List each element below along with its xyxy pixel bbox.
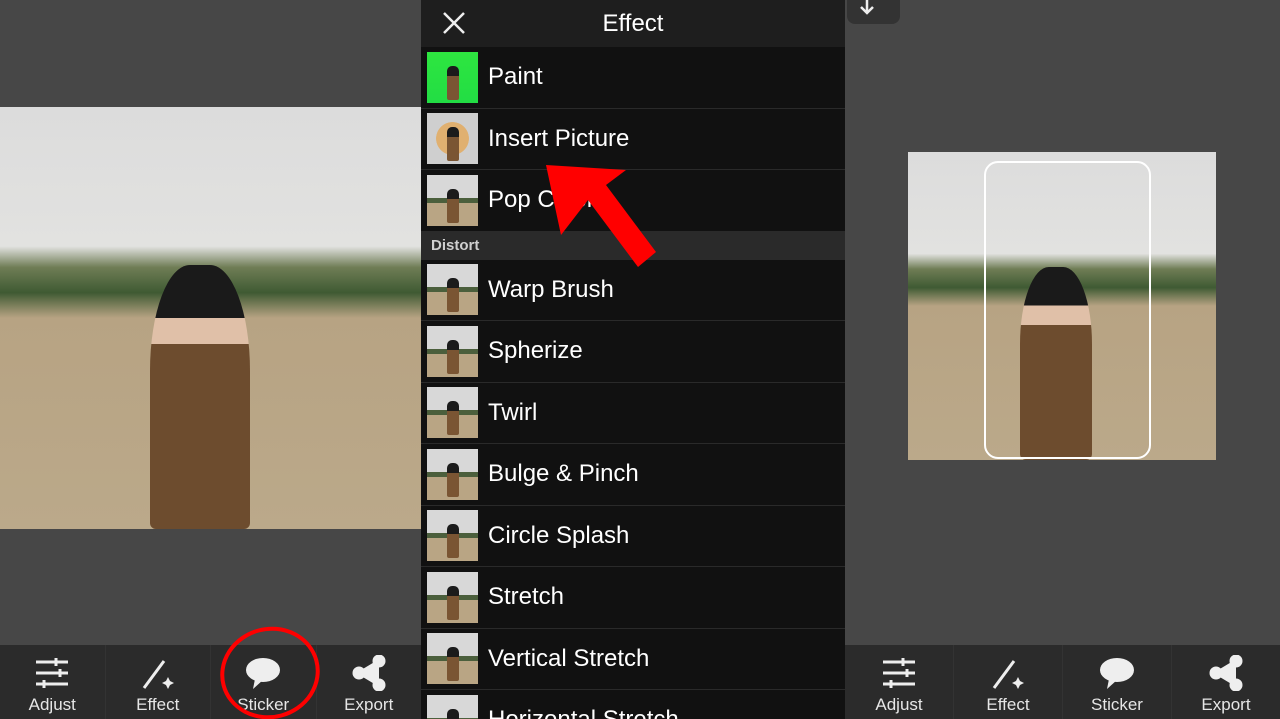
arrow-down-icon: [860, 0, 874, 15]
effect-label: Effect: [136, 695, 180, 714]
effect-thumbnail: [427, 325, 478, 377]
close-icon[interactable]: [439, 8, 469, 38]
magic-wand-icon: [992, 660, 1024, 689]
effect-thumbnail: [427, 174, 478, 226]
effect-item-paint[interactable]: Paint: [421, 47, 845, 109]
photo-subject: [150, 265, 250, 529]
magic-wand-icon: [142, 660, 174, 689]
effect-title: Effect: [602, 9, 664, 37]
red-circle-annotation: [220, 626, 320, 719]
dog-thumbnail: [427, 113, 478, 165]
speech-bubble-icon: [1100, 658, 1134, 689]
export-button[interactable]: Export: [1172, 645, 1280, 719]
sticker-label: Sticker: [1091, 695, 1143, 714]
sliders-icon: [883, 658, 915, 688]
bottom-toolbar: Adjust Effect Sticker Export: [845, 645, 1280, 719]
effect-thumbnail: [427, 694, 478, 719]
sliders-icon: [36, 658, 69, 688]
effect-item-label: Paint: [488, 63, 543, 91]
effect-item-label: Circle Splash: [488, 521, 630, 549]
effect-item-vertical-stretch[interactable]: Vertical Stretch: [421, 628, 845, 690]
effect-item-stretch[interactable]: Stretch: [421, 567, 845, 629]
effect-label: Effect: [986, 695, 1030, 714]
photo-canvas: [908, 152, 1216, 460]
crop-selection-frame[interactable]: [984, 161, 1151, 459]
sticker-button[interactable]: Sticker: [1063, 645, 1172, 719]
effect-item-horizontal-stretch[interactable]: Horizontal Stretch: [421, 690, 845, 719]
effect-item-label: Bulge & Pinch: [488, 460, 639, 488]
effect-item-label: Warp Brush: [488, 275, 614, 303]
red-arrow-annotation: [546, 165, 656, 267]
bottom-toolbar: Adjust Effect Sticker Export: [0, 645, 421, 719]
effect-item-bulge-pinch[interactable]: Bulge & Pinch: [421, 444, 845, 506]
effect-item-label: Horizontal Stretch: [488, 706, 679, 719]
adjust-button[interactable]: Adjust: [845, 645, 954, 719]
effect-item-label: Spherize: [488, 337, 583, 365]
effect-thumbnail: [427, 571, 478, 623]
effect-item-label: Stretch: [488, 583, 565, 611]
share-icon: [352, 655, 386, 691]
effect-item-spherize[interactable]: Spherize: [421, 321, 845, 383]
editor-screen-right: Adjust Effect Sticker Export: [845, 0, 1280, 719]
effect-thumbnail: [427, 448, 478, 500]
adjust-button[interactable]: Adjust: [0, 645, 106, 719]
effect-panel: Effect Paint Insert Picture Pop Color Di…: [421, 0, 845, 719]
effect-item-circle-splash[interactable]: Circle Splash: [421, 505, 845, 567]
effect-item-label: Twirl: [488, 398, 538, 426]
effect-button[interactable]: Effect: [954, 645, 1063, 719]
effect-item-twirl[interactable]: Twirl: [421, 382, 845, 444]
export-label: Export: [1201, 695, 1251, 714]
effect-thumbnail: [427, 264, 478, 316]
adjust-label: Adjust: [28, 695, 76, 714]
effect-item-label: Insert Picture: [488, 124, 630, 152]
export-label: Export: [344, 695, 394, 714]
effect-button[interactable]: Effect: [106, 645, 211, 719]
share-icon: [1209, 655, 1243, 691]
effect-header: Effect: [421, 0, 845, 47]
effect-thumbnail: [427, 387, 478, 439]
export-button[interactable]: Export: [317, 645, 422, 719]
effect-thumbnail: [427, 633, 478, 685]
effect-item-label: Vertical Stretch: [488, 644, 650, 672]
effect-thumbnail: [427, 510, 478, 562]
editor-screen-left: Adjust Effect Sticker Export: [0, 0, 421, 719]
paint-thumbnail: [427, 51, 478, 103]
download-button[interactable]: [847, 0, 900, 24]
adjust-label: Adjust: [875, 695, 923, 714]
photo-canvas: [0, 107, 421, 529]
